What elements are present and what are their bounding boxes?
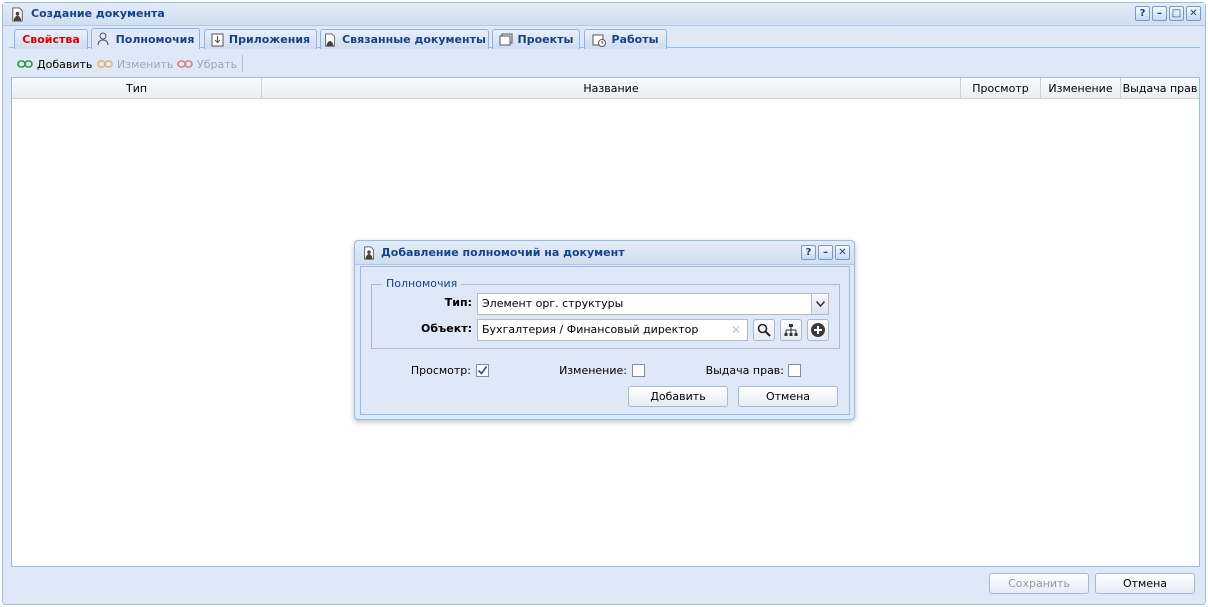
tab-attachments-label: Приложения [228,33,311,46]
document-icon [325,32,335,47]
tab-permissions-label: Полномочия [115,32,195,46]
save-button[interactable]: Сохранить [989,573,1089,594]
minimize-icon[interactable]: – [1152,6,1167,21]
window-footer: Сохранить Отмена [9,569,1200,601]
checkmark-icon [477,366,488,375]
type-combobox[interactable]: Элемент орг. структуры [477,293,829,315]
tab-projects-label: Проекты [517,33,574,46]
add-button-label: Добавить [37,57,93,71]
add-button[interactable]: Добавить [17,55,92,73]
view-checkbox[interactable] [476,364,489,377]
chevron-down-icon[interactable] [811,294,828,314]
tab-strip: Свойства Полномочия Приложения Связанные… [9,26,1200,49]
type-value: Элемент орг. структуры [482,297,624,310]
attachment-download-icon [211,33,224,46]
link-edit-icon [97,60,113,68]
tab-attachments[interactable]: Приложения [204,29,317,49]
add-permission-dialog: Добавление полномочий на документ ? – ✕ … [354,240,855,420]
edit-button[interactable]: Изменить [97,55,173,73]
minimize-icon[interactable]: – [818,245,833,260]
fieldset-legend: Полномочия [382,277,462,290]
edit-checkbox[interactable] [632,364,645,377]
document-icon [364,246,374,260]
tab-tasks-label: Работы [611,33,659,46]
dialog-header: Добавление полномочий на документ ? – ✕ [355,241,854,265]
permissions-fieldset: Полномочия Тип: Элемент орг. структуры О… [371,277,840,349]
column-header-edit[interactable]: Изменение [1041,78,1121,99]
grant-checkbox[interactable] [788,364,801,377]
tab-permissions[interactable]: Полномочия [91,28,200,49]
tab-properties-label: Свойства [22,33,80,46]
dialog-add-button[interactable]: Добавить [628,386,728,407]
search-icon [757,323,771,337]
toolbar-separator [242,55,243,72]
edit-button-label: Изменить [117,57,174,71]
dialog-title: Добавление полномочий на документ [381,246,625,259]
cancel-button[interactable]: Отмена [1095,573,1195,594]
remove-button[interactable]: Убрать [177,55,237,73]
type-label: Тип: [444,296,472,309]
grant-label: Выдача прав: [705,364,784,377]
help-icon[interactable]: ? [1135,6,1150,21]
window-title: Создание документа [31,7,165,20]
add-object-button[interactable] [807,319,829,341]
user-key-icon [97,32,109,46]
tab-properties[interactable]: Свойства [14,29,88,49]
tab-related-documents[interactable]: Связанные документы [320,29,489,49]
remove-button-label: Убрать [197,57,238,71]
plus-circle-icon [811,323,825,337]
object-value: Бухгалтерия / Финансовый директор [482,323,699,336]
grid-header: Тип Название Просмотр Изменение Выдача п… [12,78,1199,99]
projects-icon [499,33,513,46]
close-icon[interactable]: ✕ [835,245,850,260]
org-tree-icon [784,324,798,336]
tasks-clock-icon [592,34,607,47]
tab-tasks[interactable]: Работы [584,29,667,49]
column-header-grant[interactable]: Выдача прав [1121,78,1199,99]
document-icon [12,7,23,22]
window-header: Создание документа ? – □ ✕ [3,3,1205,26]
clear-icon[interactable]: ✕ [731,320,741,340]
dialog-body: Полномочия Тип: Элемент орг. структуры О… [360,266,850,415]
search-button[interactable] [753,319,775,341]
close-icon[interactable]: ✕ [1186,6,1201,21]
column-header-type[interactable]: Тип [12,78,262,99]
edit-label: Изменение: [559,364,627,377]
column-header-view[interactable]: Просмотр [961,78,1041,99]
tab-projects[interactable]: Проекты [492,29,580,49]
maximize-icon[interactable]: □ [1169,6,1184,21]
object-field[interactable]: Бухгалтерия / Финансовый директор ✕ [477,319,748,341]
window-tools: ? – □ ✕ [1135,6,1201,21]
dialog-tools: ? – ✕ [801,245,850,260]
view-label: Просмотр: [410,364,471,377]
link-remove-icon [177,60,193,68]
object-label: Объект: [421,322,472,335]
dialog-cancel-button[interactable]: Отмена [738,386,838,407]
help-icon[interactable]: ? [801,245,816,260]
column-header-name[interactable]: Название [262,78,961,99]
tab-related-documents-label: Связанные документы [342,33,486,46]
org-structure-button[interactable] [780,319,802,341]
permissions-toolbar: Добавить Изменить Убрать [9,51,1200,76]
link-add-icon [17,60,33,68]
